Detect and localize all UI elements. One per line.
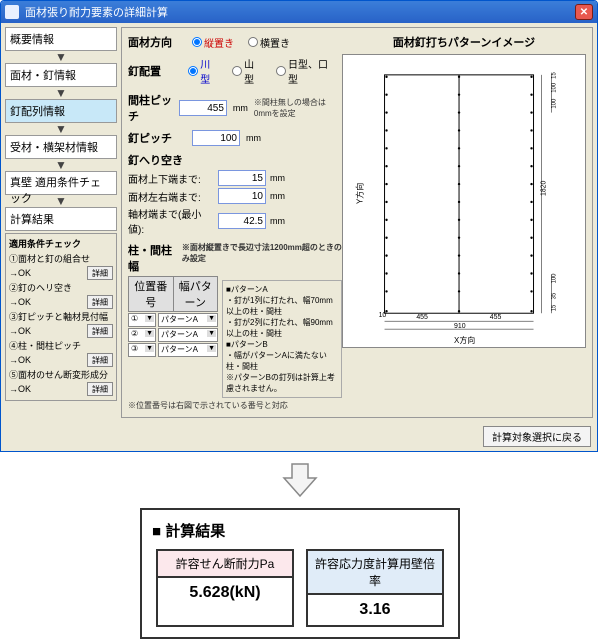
radio-hi[interactable]: 日型、口型 [276,56,334,86]
main-panel: 面材方向 縦置き 横置き 釘配置 川型 山型 日型、口型 間柱ピッチ mm ※間… [121,27,593,418]
form-column: 面材方向 縦置き 横置き 釘配置 川型 山型 日型、口型 間柱ピッチ mm ※間… [128,34,342,411]
nav-result[interactable]: 計算結果 [5,207,117,231]
arrow-icon: ▼ [5,197,117,205]
detail-button[interactable]: 詳細 [87,353,113,367]
nav-shinwall[interactable]: 真壁 適用条件チェック [5,171,117,195]
svg-text:910: 910 [454,323,466,330]
svg-text:10: 10 [379,312,387,319]
detail-button[interactable]: 詳細 [87,266,113,280]
pos-select[interactable]: ③ [128,343,156,357]
check-item: ③釘ピッチと軸材見付幅 →OK詳細 [9,310,113,338]
svg-text:1820: 1820 [540,180,547,196]
pos-select[interactable]: ① [128,313,156,327]
svg-text:15: 15 [551,304,557,311]
check-item: ①面材と釘の組合せ →OK詳細 [9,252,113,280]
mabashira-label: 間柱ピッチ [128,92,173,124]
svg-text:X方向: X方向 [454,335,475,345]
svg-text:Y方向: Y方向 [355,183,365,204]
sidebar: 概要情報 ▼ 面材・釘情報 ▼ 釘配列情報 ▼ 受材・横架材情報 ▼ 真壁 適用… [5,27,117,418]
nav-receiver[interactable]: 受材・横架材情報 [5,135,117,159]
image-panel: 面材釘打ちパターンイメージ Y方向 X方向 455 [342,34,586,411]
pos-select[interactable]: ② [128,328,156,342]
arrow-icon: ▼ [5,161,117,169]
arrow-down-icon [280,460,320,500]
arrow-icon: ▼ [5,89,117,97]
nav-nail-layout[interactable]: 釘配列情報 [5,99,117,123]
arrow-icon: ▼ [5,53,117,61]
check-item: ⑤面材のせん断変形成分 →OK詳細 [9,368,113,396]
check-item: ④柱・間柱ピッチ →OK詳細 [9,339,113,367]
nav-overview[interactable]: 概要情報 [5,27,117,51]
heri-tb-input[interactable] [218,170,266,186]
arrow-icon: ▼ [5,125,117,133]
svg-text:455: 455 [416,314,428,321]
result-cell-ratio: 許容応力度計算用壁倍率 3.16 [306,549,444,627]
app-icon [5,5,19,19]
pattern-desc: ■パターンA ・釘が1列に打たれ、幅70mm以上の柱・間柱 ・釘が2列に打たれ、… [222,280,342,398]
titlebar: 面材張り耐力要素の詳細計算 ✕ [1,1,597,23]
direction-label: 面材方向 [128,34,186,50]
radio-kawa[interactable]: 川型 [188,56,218,86]
heri-lr-input[interactable] [218,188,266,204]
pat-select[interactable]: パターンA [158,328,218,342]
pillar-label: 柱・間柱幅 [128,242,176,274]
detail-button[interactable]: 詳細 [87,382,113,396]
result-cell-pa: 許容せん断耐力Pa 5.628(kN) [156,549,294,627]
heri-label: 釘へり空き [128,152,342,168]
detail-button[interactable]: 詳細 [87,324,113,338]
radio-yama[interactable]: 山型 [232,56,262,86]
pat-select[interactable]: パターンA [158,343,218,357]
svg-text:455: 455 [490,314,502,321]
mabashira-note: ※間柱無しの場合は0mmを設定 [254,97,342,119]
image-title: 面材釘打ちパターンイメージ [342,34,586,50]
check-title: 適用条件チェック [9,237,113,250]
pat-select[interactable]: パターンA [158,313,218,327]
detail-button[interactable]: 詳細 [87,295,113,309]
result-box: ■ 計算結果 許容せん断耐力Pa 5.628(kN) 許容応力度計算用壁倍率 3… [140,508,460,639]
radio-vertical[interactable]: 縦置き [192,35,234,50]
heri-axis-input[interactable] [218,213,266,229]
svg-text:15: 15 [551,72,557,79]
nav-panel-nail[interactable]: 面材・釘情報 [5,63,117,87]
svg-text:35: 35 [551,292,557,299]
footer: 計算対象選択に戻る [1,422,597,451]
pillar-header: 位置番号幅パターン [128,276,218,312]
svg-text:100: 100 [551,273,557,284]
nailpitch-input[interactable] [192,130,240,146]
radio-horizontal[interactable]: 横置き [248,35,290,50]
window-body: 概要情報 ▼ 面材・釘情報 ▼ 釘配列情報 ▼ 受材・横架材情報 ▼ 真壁 適用… [1,23,597,422]
main-window: 面材張り耐力要素の詳細計算 ✕ 概要情報 ▼ 面材・釘情報 ▼ 釘配列情報 ▼ … [0,0,598,452]
layout-label: 釘配置 [128,63,182,79]
back-button[interactable]: 計算対象選択に戻る [483,426,591,447]
window-title: 面材張り耐力要素の詳細計算 [25,4,575,20]
svg-text:100: 100 [551,98,557,109]
check-item: ②釘のヘリ空き →OK詳細 [9,281,113,309]
result-title: ■ 計算結果 [152,520,448,541]
close-button[interactable]: ✕ [575,4,593,20]
svg-text:100: 100 [551,82,557,93]
nailpitch-label: 釘ピッチ [128,130,186,146]
check-group: 適用条件チェック ①面材と釘の組合せ →OK詳細 ②釘のヘリ空き →OK詳細 ③… [5,233,117,401]
mabashira-input[interactable] [179,100,227,116]
nail-diagram: Y方向 X方向 455 455 910 10 1820 15 100 100 [342,54,586,348]
